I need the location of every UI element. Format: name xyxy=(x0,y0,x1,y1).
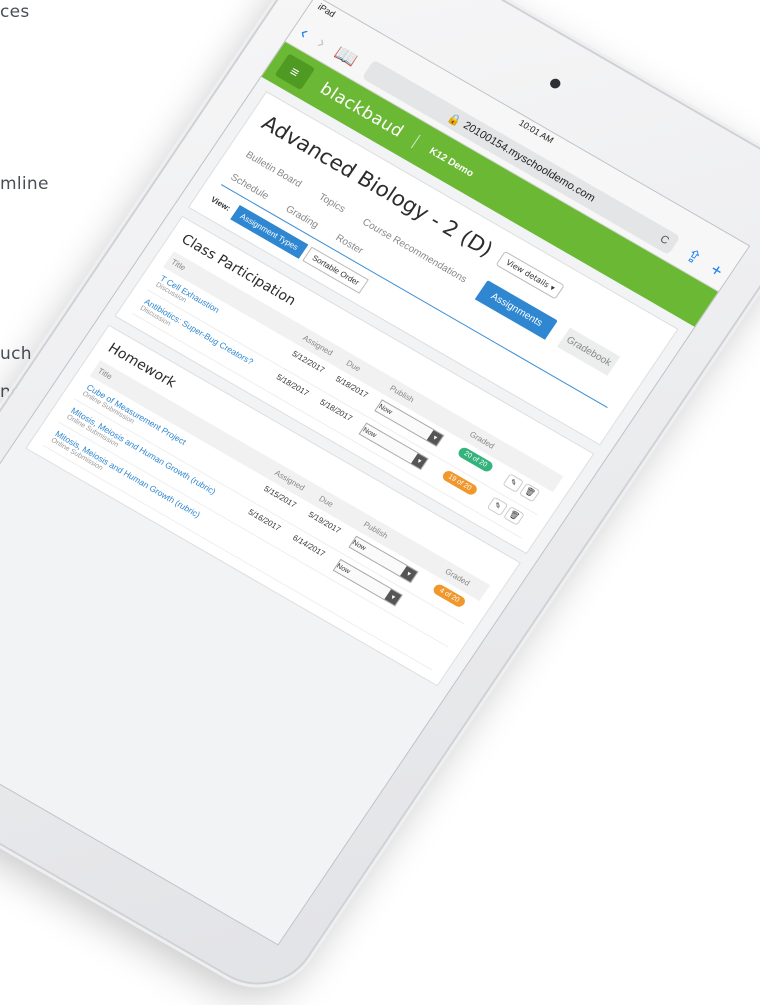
back-icon[interactable]: ‹ xyxy=(296,23,312,43)
camera xyxy=(548,76,563,91)
chevron-down-icon: ▾ xyxy=(410,453,428,470)
delete-icon[interactable]: 🗑 xyxy=(518,482,541,503)
lock-icon: 🔒 xyxy=(445,111,464,128)
chevron-down-icon: ▾ xyxy=(426,430,444,446)
delete-icon[interactable]: 🗑 xyxy=(503,505,525,526)
ipad-screen: iPad 10:01 AM ‹ › 📖 🔒 20100154.myschoold… xyxy=(0,0,751,946)
left-text-mline: mline xyxy=(0,174,49,194)
reload-icon[interactable]: C xyxy=(658,233,672,247)
org-name: K12 Demo xyxy=(427,145,476,180)
view-label: View: xyxy=(209,194,233,213)
bookmarks-icon[interactable]: 📖 xyxy=(331,43,362,71)
publish-value: Now xyxy=(351,538,368,552)
publish-value: Now xyxy=(335,562,352,576)
left-text-uch: uch xyxy=(0,344,32,364)
add-tab-icon[interactable]: + xyxy=(706,259,726,281)
menu-icon[interactable]: ≡ xyxy=(274,53,316,91)
logo-divider xyxy=(411,134,421,149)
forward-icon[interactable]: › xyxy=(314,33,330,53)
chevron-down-icon: ▾ xyxy=(384,589,402,606)
ipad-device: iPad 10:01 AM ‹ › 📖 🔒 20100154.myschoold… xyxy=(0,0,760,1005)
publish-value: Now xyxy=(377,402,394,416)
publish-value: Now xyxy=(361,426,378,439)
left-text-ces: ces xyxy=(0,2,30,22)
chevron-down-icon: ▾ xyxy=(400,566,418,582)
share-icon[interactable]: ⇪ xyxy=(681,245,705,269)
